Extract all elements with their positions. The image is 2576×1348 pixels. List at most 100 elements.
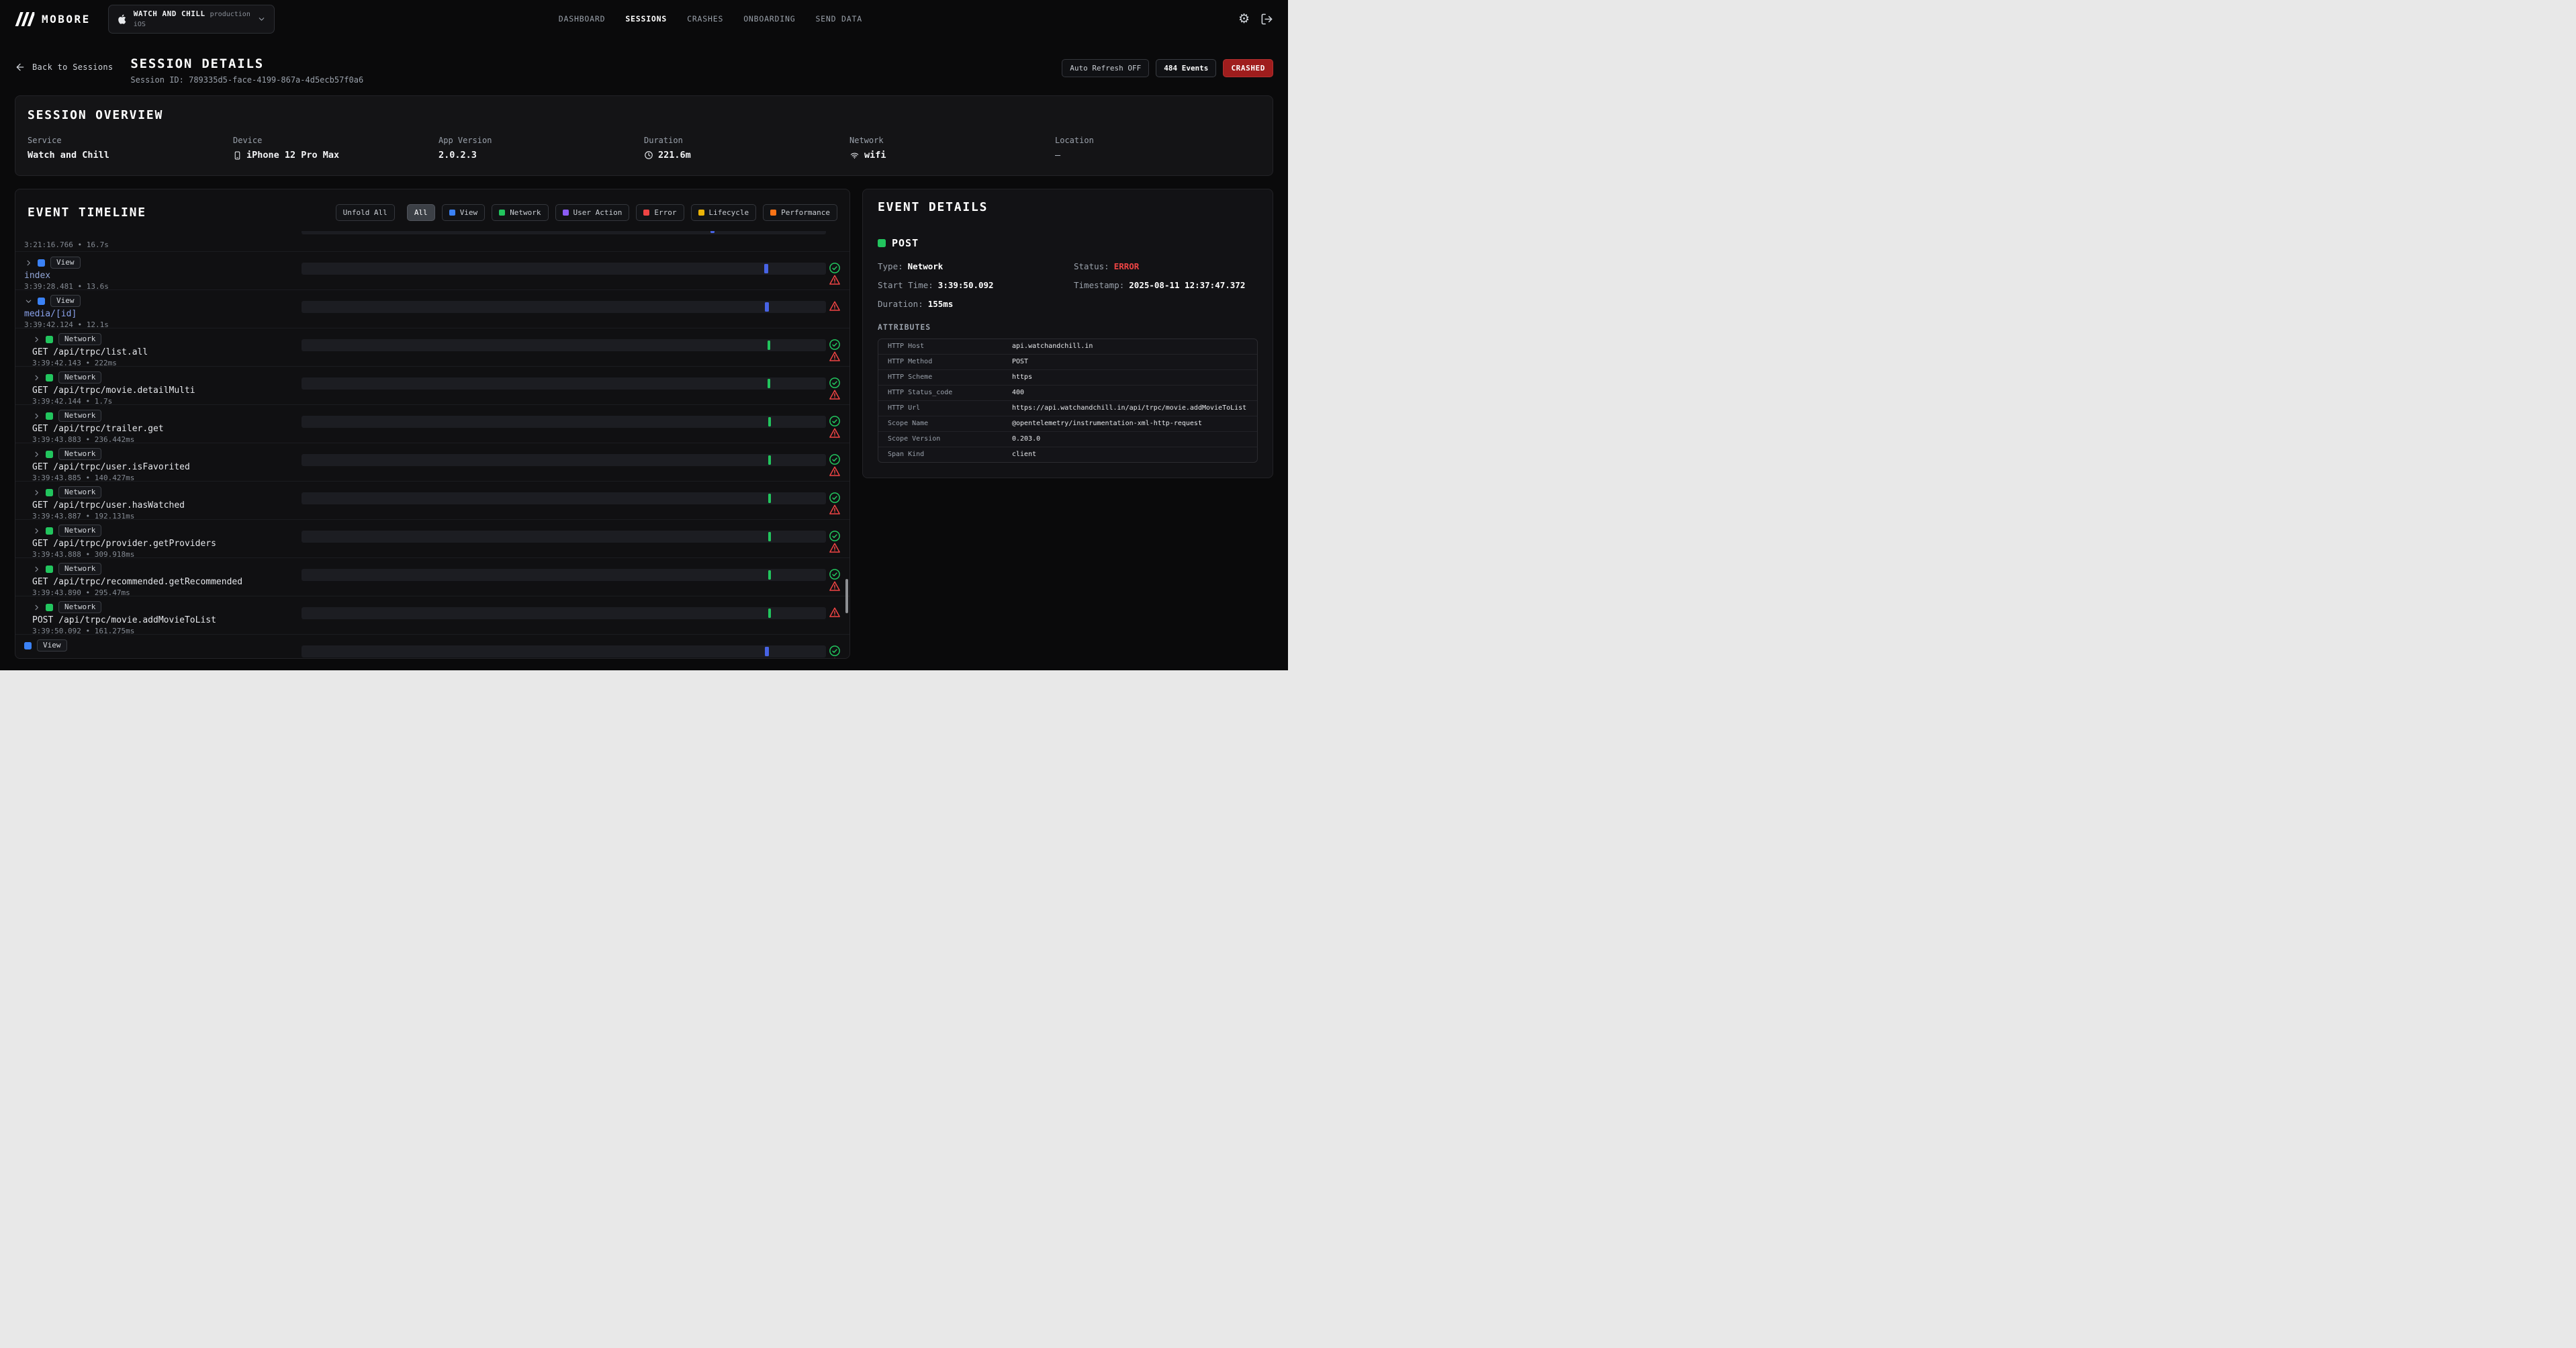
unfold-all-button[interactable]: Unfold All (336, 204, 395, 221)
timeline-row[interactable]: View media/[id] 3:39:42.124 • 12.1s (15, 289, 849, 328)
check-circle-icon (829, 377, 841, 389)
chevron-right-icon[interactable] (32, 565, 40, 573)
event-type-color (46, 336, 53, 343)
title-block: SESSION DETAILS Session ID: 789335d5-fac… (130, 56, 363, 85)
nav-item-dashboard[interactable]: DASHBOARD (559, 14, 606, 24)
phone-icon (233, 150, 242, 161)
event-type-badge: Network (58, 525, 101, 537)
warning-triangle-icon (829, 300, 841, 312)
timeline-bar (768, 417, 771, 426)
warning-triangle-icon (829, 504, 841, 516)
overview-field-service: Service Watch and Chill (28, 136, 233, 161)
timeline-track (302, 377, 826, 390)
chevron-right-icon[interactable] (32, 335, 40, 343)
app-selector[interactable]: WATCH AND CHILL production iOS (108, 5, 275, 34)
check-circle-icon (829, 453, 841, 465)
timeline-row[interactable]: Network GET /api/trpc/user.hasWatched 3:… (15, 481, 849, 519)
check-circle-icon (829, 530, 841, 542)
timeline-row[interactable]: Network GET /api/trpc/user.isFavorited 3… (15, 443, 849, 481)
event-type-badge: Network (58, 601, 101, 613)
chevron-down-icon (257, 15, 266, 24)
chevron-right-icon[interactable] (32, 412, 40, 420)
chevron-right-icon[interactable] (32, 450, 40, 458)
user-action-color-swatch (563, 210, 569, 216)
overview-fields: Service Watch and Chill Device iPhone 12… (28, 136, 1260, 161)
settings-gear-icon[interactable]: ⚙ (1238, 13, 1250, 26)
chevron-right-icon[interactable] (32, 488, 40, 496)
back-to-sessions-button[interactable]: Back to Sessions (15, 62, 113, 73)
attribute-value: 400 (1012, 388, 1248, 398)
timeline-row[interactable]: View index 3:39:28.481 • 13.6s (15, 251, 849, 289)
event-start-time: Start Time:3:39:50.092 (878, 280, 1074, 290)
timeline-row[interactable]: Network GET /api/trpc/provider.getProvid… (15, 519, 849, 557)
field-label: App Version (439, 136, 644, 145)
field-value: 2.0.2.3 (439, 150, 644, 161)
timeline-title: EVENT TIMELINE (28, 206, 146, 220)
performance-color-swatch (770, 210, 776, 216)
main-content: EVENT TIMELINE Unfold All All View Netwo… (15, 189, 1273, 659)
status-icon (829, 300, 841, 312)
logout-icon[interactable] (1260, 13, 1273, 26)
timeline-row[interactable]: View (15, 634, 849, 659)
events-count-badge: 484 Events (1156, 59, 1216, 77)
filter-network-button[interactable]: Network (492, 204, 548, 221)
field-value: 221.6m (644, 150, 849, 161)
chevron-right-icon[interactable] (32, 603, 40, 611)
field-value: iPhone 12 Pro Max (233, 150, 439, 161)
timeline-row[interactable]: Network POST /api/trpc/movie.addMovieToL… (15, 596, 849, 634)
timeline-row[interactable]: Network GET /api/trpc/trailer.get 3:39:4… (15, 404, 849, 443)
auto-refresh-toggle[interactable]: Auto Refresh OFF (1062, 59, 1149, 77)
apple-icon (117, 13, 127, 25)
timeline-track (302, 416, 826, 428)
filter-all-button[interactable]: All (407, 204, 435, 221)
timeline-row[interactable]: Network GET /api/trpc/movie.detailMulti … (15, 366, 849, 404)
timeline-bar (768, 609, 771, 618)
chevron-right-icon[interactable] (24, 259, 32, 267)
filter-view-button[interactable]: View (442, 204, 486, 221)
attribute-row: HTTP Status_code 400 (878, 386, 1257, 401)
event-type-color (46, 604, 53, 611)
nav-item-send-data[interactable]: SEND DATA (815, 14, 862, 24)
nav-links: DASHBOARD SESSIONS CRASHES ONBOARDING SE… (559, 14, 862, 24)
nav-item-crashes[interactable]: CRASHES (687, 14, 723, 24)
chevron-right-icon[interactable] (32, 373, 40, 381)
timeline-row-partial-top[interactable]: 3:21:16.766 • 16.7s (15, 231, 849, 251)
timeline-row[interactable]: Network GET /api/trpc/recommended.getRec… (15, 557, 849, 596)
nav-item-onboarding[interactable]: ONBOARDING (743, 14, 795, 24)
chevron-right-icon[interactable] (24, 297, 32, 305)
timeline-row[interactable]: Network GET /api/trpc/list.all 3:39:42.1… (15, 328, 849, 366)
warning-triangle-icon (829, 580, 841, 592)
filter-performance-button[interactable]: Performance (763, 204, 837, 221)
check-circle-icon (829, 568, 841, 580)
warning-triangle-icon (829, 351, 841, 363)
session-overview-panel: SESSION OVERVIEW Service Watch and Chill… (15, 95, 1273, 176)
check-circle-icon (829, 492, 841, 504)
status-icon (829, 606, 841, 619)
event-details-title: EVENT DETAILS (878, 200, 1258, 214)
event-type-color (38, 259, 45, 267)
header-actions: Auto Refresh OFF 484 Events CRASHED (1062, 59, 1273, 77)
event-type-badge: Network (58, 563, 101, 575)
chevron-right-icon[interactable] (32, 527, 40, 535)
filter-error-button[interactable]: Error (636, 204, 684, 221)
status-icon (829, 415, 841, 427)
scrollbar-thumb[interactable] (845, 579, 848, 613)
timeline-bar (768, 570, 771, 580)
timeline-bar (710, 231, 715, 233)
timeline-track (302, 531, 826, 543)
status-icon (829, 339, 841, 351)
page-header: Back to Sessions SESSION DETAILS Session… (15, 56, 1273, 85)
field-label: Duration (644, 136, 849, 145)
brand-logo[interactable]: MOBORE (15, 12, 91, 26)
warning-triangle-icon (829, 465, 841, 478)
page-title: SESSION DETAILS (130, 56, 363, 71)
event-type-color (24, 642, 32, 649)
filter-lifecycle-button[interactable]: Lifecycle (691, 204, 757, 221)
timeline-bar (764, 264, 768, 273)
event-type-badge: Network (58, 410, 101, 422)
event-type-badge: Network (58, 486, 101, 498)
nav-item-sessions[interactable]: SESSIONS (625, 14, 667, 24)
warning-triangle-icon (829, 542, 841, 554)
filter-user-action-button[interactable]: User Action (555, 204, 630, 221)
field-label: Service (28, 136, 233, 145)
